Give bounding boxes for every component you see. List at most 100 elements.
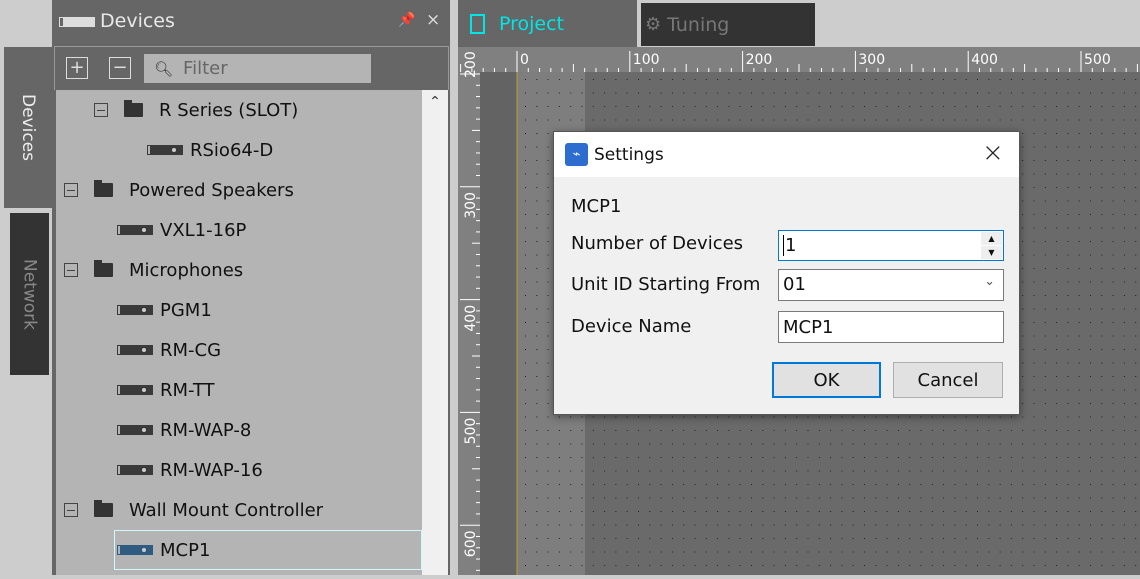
grid-dot [717,565,719,566]
grid-dot [525,376,526,377]
tree-device[interactable]: RM-WAP-8 [117,410,251,450]
tree-scrollbar[interactable]: ⌃ [422,90,448,575]
grid-dot [841,430,843,431]
tab-network-side[interactable]: Network [10,213,49,375]
scroll-up-icon[interactable]: ⌃ [422,94,448,110]
grid-dot [1056,254,1058,256]
close-panel-icon[interactable]: × [426,10,440,30]
grid-dot [1090,308,1091,310]
grid-dot [920,538,922,539]
tree-device[interactable]: RSio64-D [147,130,273,170]
collapse-icon[interactable] [64,263,78,277]
unit-id-dropdown[interactable]: 01 ⌄ [778,269,1004,301]
grid-dot [807,497,809,499]
grid-dot [1056,281,1058,283]
collapse-all-button[interactable]: − [109,57,131,79]
grid-dot [525,227,526,229]
grid-dot [852,511,854,512]
ok-button[interactable]: OK [772,362,881,398]
grid-dot [1090,538,1091,539]
grid-dot [943,565,945,566]
grid-dot [954,119,956,121]
grid-dot [1067,281,1069,283]
tree-device[interactable]: RM-CG [117,330,221,370]
grid-dot [988,443,990,445]
grid-dot [536,119,538,121]
device-name-input[interactable] [778,311,1004,343]
grid-dot [615,565,617,566]
grid-dot [1123,335,1125,337]
grid-dot [886,457,888,458]
grid-dot [920,92,922,94]
tab-tuning[interactable]: ⚙ Tuning [641,3,815,46]
grid-dot [1033,416,1035,418]
grid-dot [762,511,764,512]
grid-dot [1010,416,1012,418]
tab-project[interactable]: Project [458,0,637,47]
spin-down-icon[interactable]: ▼ [981,246,1002,259]
grid-dot [1112,92,1114,94]
tree-folder[interactable]: Powered Speakers [64,170,294,210]
tree-device[interactable]: PGM1 [117,290,212,330]
collapse-icon[interactable] [64,503,78,517]
grid-dot [977,119,978,121]
tree-device[interactable]: RM-TT [117,370,215,410]
tree-folder[interactable]: Microphones [64,250,243,290]
grid-dot [1123,511,1125,512]
grid-dot [1112,565,1114,566]
grid-dot [784,497,786,499]
grid-dot [1044,146,1046,148]
grid-dot [739,511,741,512]
grid-dot [1112,227,1114,229]
grid-dot [525,497,526,499]
grid-dot [1056,200,1058,202]
grid-dot [1010,497,1012,499]
grid-dot [638,524,639,526]
grid-dot [683,470,685,472]
number-of-devices-spinbox[interactable]: 1 ▲ ▼ [778,230,1004,261]
grid-dot [943,119,945,121]
grid-dot [536,335,538,337]
ruler-y-label: 200 [463,51,479,78]
grid-dot [615,497,617,499]
grid-dot [1112,281,1114,283]
grid-dot [751,565,752,566]
grid-dot [1010,470,1012,472]
grid-dot [683,92,685,94]
grid-dot [683,443,685,445]
grid-dot [592,92,594,94]
grid-dot [1101,79,1103,80]
folder-label: R Series (SLOT) [159,99,299,121]
grid-dot [660,106,662,107]
grid-dot [909,524,911,526]
tab-devices-side[interactable]: Devices [4,47,52,208]
grid-dot [1078,106,1080,107]
tree-folder[interactable]: Wall Mount Controller [64,490,323,530]
grid-dot [547,389,549,391]
grid-dot [649,524,651,526]
close-icon[interactable]: × [982,138,1004,168]
grid-dot [988,497,990,499]
grid-dot [988,92,990,94]
tree-device[interactable]: MCP1 [114,530,422,570]
grid-dot [1101,376,1103,377]
grid-dot [525,322,526,323]
grid-dot [626,430,628,431]
grid-dot [909,443,911,445]
grid-dot [547,79,549,80]
collapse-icon[interactable] [64,183,78,197]
tree-device[interactable]: VXL1-16P [117,210,246,250]
tree-device[interactable]: RM-WAP-16 [117,450,263,490]
cancel-button[interactable]: Cancel [893,362,1003,398]
tree-folder[interactable]: R Series (SLOT) [94,90,298,130]
grid-dot [649,416,651,418]
grid-dot [536,214,538,215]
expand-all-button[interactable]: + [66,57,88,79]
grid-dot [988,551,990,553]
pin-icon[interactable]: 📌 [398,12,415,28]
collapse-icon[interactable] [94,103,108,117]
grid-dot [660,119,662,121]
grid-dot [536,227,538,229]
spin-up-icon[interactable]: ▲ [981,232,1002,245]
filter-input[interactable]: 🔍︎ Filter [144,54,371,83]
